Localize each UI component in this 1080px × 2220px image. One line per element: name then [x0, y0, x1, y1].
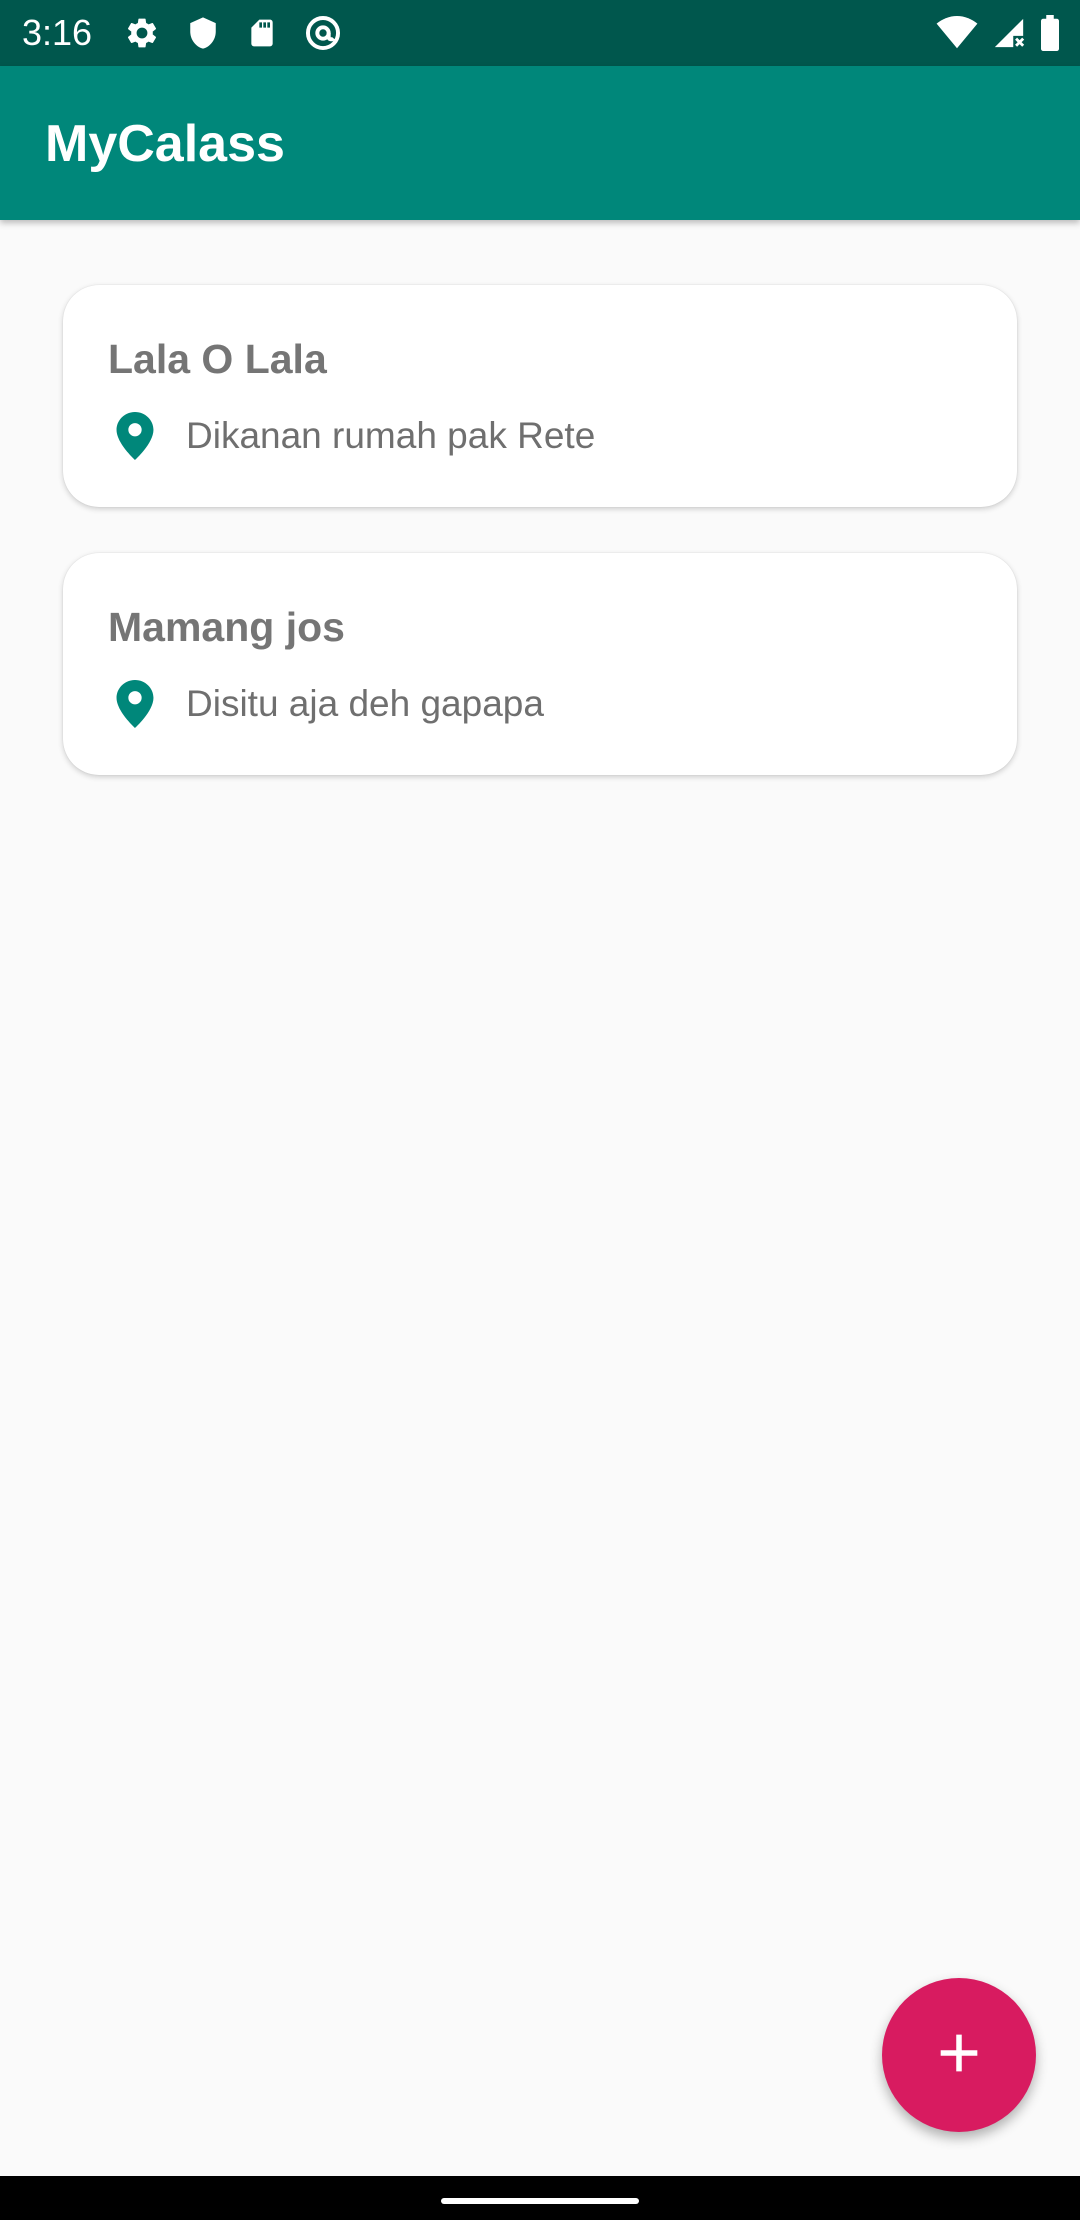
navigation-bar [0, 2176, 1080, 2220]
item-title: Mamang jos [108, 604, 345, 650]
status-right-icons [936, 13, 1060, 53]
wifi-icon [936, 16, 978, 50]
list-item[interactable]: Lala O Lala Dikanan rumah pak Rete [63, 285, 1017, 507]
sd-card-icon [246, 15, 278, 51]
cell-signal-icon [992, 16, 1026, 50]
battery-icon [1040, 15, 1060, 51]
app-bar: MyCalass [0, 66, 1080, 220]
status-bar: 3:16 [0, 0, 1080, 66]
item-location: Dikanan rumah pak Rete [108, 411, 595, 461]
at-sign-icon [304, 14, 342, 52]
home-gesture-handle[interactable] [441, 2198, 639, 2204]
add-button[interactable] [882, 1978, 1036, 2132]
plus-icon [937, 2031, 981, 2080]
list-item[interactable]: Mamang jos Disitu aja deh gapapa [63, 553, 1017, 775]
item-title: Lala O Lala [108, 336, 327, 382]
location-pin-icon [108, 677, 162, 731]
app-title: MyCalass [45, 115, 285, 173]
status-left-icons [124, 13, 342, 53]
item-location: Disitu aja deh gapapa [108, 679, 544, 729]
location-list: Lala O Lala Dikanan rumah pak Rete Maman… [63, 285, 1017, 821]
item-address: Dikanan rumah pak Rete [186, 415, 596, 456]
gear-icon [124, 15, 160, 51]
status-time: 3:16 [22, 12, 93, 53]
shield-icon [186, 15, 220, 51]
location-pin-icon [108, 409, 162, 463]
item-address: Disitu aja deh gapapa [186, 683, 544, 724]
